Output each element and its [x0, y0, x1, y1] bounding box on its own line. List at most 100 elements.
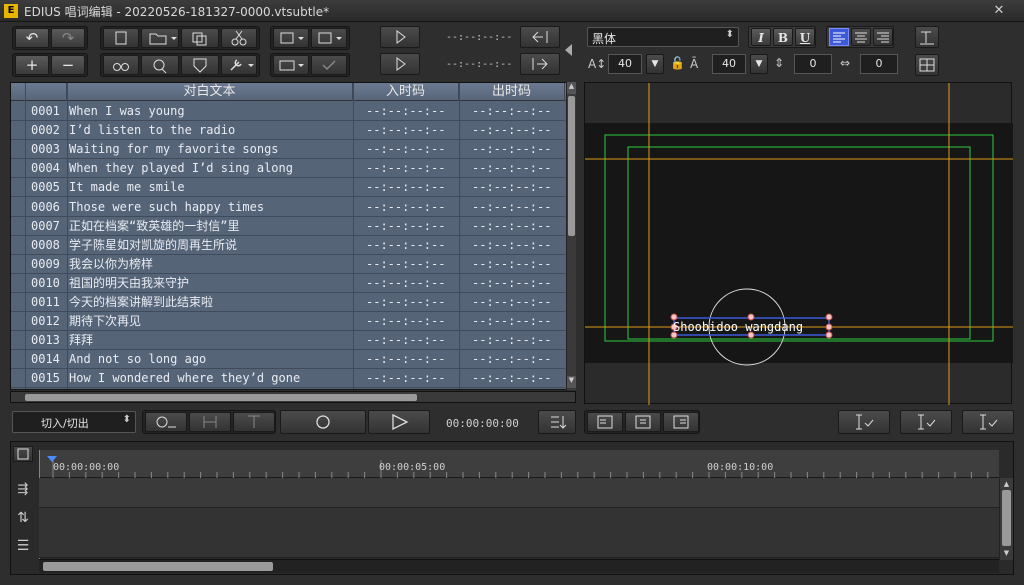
- row-text: I’d listen to the radio: [69, 123, 236, 138]
- table-row[interactable]: 0013 拜拜 --:--:--:-- --:--:--:--: [11, 331, 565, 351]
- collapse-arrow-icon[interactable]: [565, 44, 572, 56]
- font-select[interactable]: 黑体 ⬍: [587, 27, 739, 47]
- timeline-vscroll-thumb[interactable]: [1002, 490, 1011, 546]
- font-name: 黑体: [592, 32, 617, 46]
- table-row[interactable]: 0008 学子陈星如对凯旋的周再生所说 --:--:--:-- --:--:--:--: [11, 236, 565, 255]
- scroll-up-arrow[interactable]: ▲: [567, 82, 576, 94]
- sort-button[interactable]: [538, 410, 576, 434]
- vertical-middle-button[interactable]: [900, 410, 952, 434]
- playhead-marker[interactable]: [47, 456, 57, 462]
- open-file-button[interactable]: [141, 28, 179, 48]
- underline-button[interactable]: U: [795, 28, 815, 46]
- close-button[interactable]: ✕: [980, 2, 1018, 20]
- set-out-button[interactable]: [380, 53, 420, 75]
- table-row[interactable]: 0004 When they played I’d sing along --:--…: [11, 159, 565, 179]
- line-height-dropdown[interactable]: ▼: [750, 54, 768, 74]
- table-hscrollbar[interactable]: [10, 391, 576, 403]
- export-button[interactable]: [311, 28, 347, 48]
- align-center-button[interactable]: [851, 28, 871, 46]
- go-out-button[interactable]: [520, 53, 560, 75]
- table-row[interactable]: 0010 祖国的明天由我来守护 --:--:--:-- --:--:--:--: [11, 274, 565, 293]
- redo-button[interactable]: ↷: [51, 28, 85, 48]
- remove-line-button[interactable]: −: [51, 55, 85, 75]
- italic-button[interactable]: I: [751, 28, 771, 46]
- line-spacing-input[interactable]: 0: [860, 54, 898, 74]
- search-icon: [153, 59, 167, 74]
- text-properties-button[interactable]: [915, 26, 939, 48]
- timeline-menu-button[interactable]: [13, 446, 33, 462]
- track-zoom-icon[interactable]: ⇶: [13, 482, 33, 502]
- align-left-button[interactable]: [829, 28, 849, 46]
- preview-canvas[interactable]: Shoobidoo wangdang: [584, 82, 1013, 405]
- line-height-input[interactable]: 40: [712, 54, 746, 74]
- undo-button[interactable]: ↶: [15, 28, 49, 48]
- timeline-ruler[interactable]: 00:00:00:00 00:00:05:00 00:00:10:00: [39, 450, 999, 478]
- merge-button[interactable]: [233, 412, 275, 432]
- add-line-button[interactable]: +: [15, 55, 49, 75]
- import-button[interactable]: [273, 28, 309, 48]
- go-to-out-icon: [532, 58, 548, 70]
- lock-icon[interactable]: 🔓: [670, 56, 685, 70]
- timeline-hscroll-thumb[interactable]: [43, 562, 273, 571]
- subtitle-track-1[interactable]: [39, 478, 999, 508]
- scroll-up-arrow[interactable]: ▲: [1001, 480, 1012, 488]
- table-row[interactable]: 0005 It made me smile --:--:--:-- --:--:--:…: [11, 178, 565, 198]
- header-out[interactable]: 出时码: [459, 83, 565, 101]
- table-row[interactable]: 0012 期待下次再见 --:--:--:-- --:--:--:--: [11, 312, 565, 332]
- position-center-button[interactable]: [625, 412, 661, 432]
- timeline-vscrollbar[interactable]: ▲ ▼: [999, 478, 1013, 560]
- apply-button[interactable]: [311, 55, 347, 75]
- header-text[interactable]: 对白文本: [67, 83, 353, 101]
- layers-icon[interactable]: ☰: [13, 538, 33, 558]
- record-sync-button[interactable]: [145, 412, 187, 432]
- table-row[interactable]: 0014 And not so long ago --:--:--:-- --:--:…: [11, 350, 565, 370]
- char-spacing-input[interactable]: 0: [794, 54, 832, 74]
- font-size-dropdown[interactable]: ▼: [646, 54, 664, 74]
- play-button[interactable]: [368, 410, 430, 434]
- bold-button[interactable]: B: [773, 28, 793, 46]
- go-in-button[interactable]: [520, 26, 560, 48]
- timeline-hscrollbar[interactable]: [39, 559, 999, 573]
- table-vscrollbar[interactable]: ▲ ▼: [566, 82, 576, 390]
- save-button[interactable]: [181, 28, 219, 48]
- find-button[interactable]: [103, 55, 139, 75]
- table-row[interactable]: 0011 今天的档案讲解到此结束啦 --:--:--:-- --:--:--:--: [11, 293, 565, 313]
- new-file-button[interactable]: [103, 28, 139, 48]
- table-row[interactable]: 0003 Waiting for my favorite songs --:--:-…: [11, 140, 565, 160]
- out-timecode: --:--:--:--: [446, 59, 513, 70]
- row-text: How I wondered where they’d gone: [69, 371, 301, 386]
- track-height-icon[interactable]: ⇅: [13, 510, 33, 530]
- table-row[interactable]: 0009 我会以你为榜样 --:--:--:-- --:--:--:--: [11, 255, 565, 274]
- row-out-timecode: --:--:--:--: [472, 256, 552, 271]
- table-row[interactable]: 0007 正如在档案“致英雄的一封信”里 --:--:--:-- --:--:--:-…: [11, 217, 565, 236]
- position-right-button[interactable]: [663, 412, 699, 432]
- table-row[interactable]: 0001 When I was young --:--:--:-- --:--:--:…: [11, 102, 565, 122]
- set-in-button[interactable]: [380, 26, 420, 48]
- tools-button[interactable]: [221, 55, 257, 75]
- vertical-bottom-button[interactable]: [962, 410, 1014, 434]
- vertical-top-button[interactable]: [838, 410, 890, 434]
- font-size-input[interactable]: 40: [608, 54, 642, 74]
- header-in[interactable]: 入时码: [353, 83, 459, 101]
- shield-button[interactable]: [181, 55, 219, 75]
- scroll-down-arrow[interactable]: ▼: [1001, 549, 1012, 557]
- scroll-thumb[interactable]: [568, 96, 575, 236]
- subtitle-track-2[interactable]: [39, 508, 999, 558]
- caption-text[interactable]: Shoobidoo wangdang: [673, 320, 803, 334]
- table-row[interactable]: 0006 Those were such happy times --:--:--:…: [11, 198, 565, 217]
- align-right-button[interactable]: [873, 28, 893, 46]
- table-row[interactable]: 0015 How I wondered where they’d gone --:-…: [11, 369, 565, 389]
- row-index: 0002: [31, 123, 60, 138]
- scroll-down-arrow[interactable]: ▼: [567, 376, 576, 388]
- position-left-button[interactable]: [587, 412, 623, 432]
- record-button[interactable]: [280, 410, 366, 434]
- hscroll-thumb[interactable]: [25, 394, 417, 401]
- merge-icon: [248, 415, 260, 428]
- split-button[interactable]: [189, 412, 231, 432]
- mode-select[interactable]: 切入/切出 ⬍: [12, 411, 136, 433]
- layout-preset-button[interactable]: [915, 54, 939, 76]
- cut-button[interactable]: [221, 28, 257, 48]
- table-row[interactable]: 0002 I’d listen to the radio --:--:--:-- --…: [11, 121, 565, 141]
- format-button[interactable]: [273, 55, 309, 75]
- replace-button[interactable]: [141, 55, 179, 75]
